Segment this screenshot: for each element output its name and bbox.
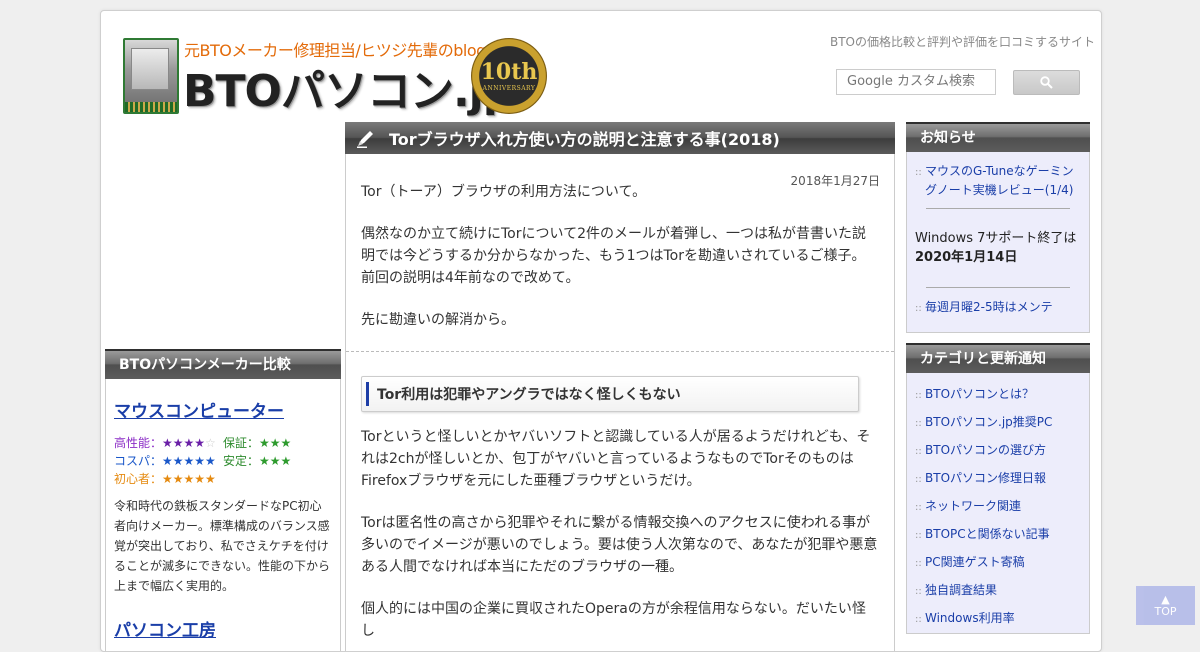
star-icon: ★★★ xyxy=(259,436,292,450)
category-item[interactable]: :: PC関連ゲスト寄稿 xyxy=(907,549,1089,577)
category-item[interactable]: :: ネットワーク関連 xyxy=(907,493,1089,521)
article: Torブラウザ入れ方使い方の説明と注意する事(2018) 2018年1月27日 … xyxy=(345,122,895,651)
category-item[interactable]: :: BTOPCと関係ない記事 xyxy=(907,521,1089,549)
rating-row: 高性能：★★★★☆ 保証：★★★ xyxy=(114,434,332,452)
news-box: :: マウスのG-Tuneなゲーミングノート実機レビュー(1/4) Window… xyxy=(906,152,1090,333)
search-button[interactable] xyxy=(1013,70,1080,95)
rating-stability: 安定：★★★ xyxy=(223,454,292,468)
rating-cost: コスパ：★★★★★ xyxy=(114,454,216,468)
heading-accent xyxy=(366,382,369,406)
rating-row: コスパ：★★★★★ 安定：★★★ xyxy=(114,452,332,470)
paragraph: 偶然なのか立て続けにTorについて2件のメールが着弾し、一つは私が昔書いた説明で… xyxy=(361,226,866,286)
maker-link-pc-koubou[interactable]: パソコン工房 xyxy=(114,616,332,641)
maker-description: 令和時代の鉄板スタンダードなPC初心者向けメーカー。標準構成のバランス感覚が突出… xyxy=(114,499,331,593)
category-item[interactable]: :: Windows利用率 xyxy=(907,605,1089,633)
anniversary-badge-icon: 10th ANNIVERSARY xyxy=(471,38,547,114)
maker-comparison-heading: BTOパソコンメーカー比較 xyxy=(105,349,341,379)
news-heading: お知らせ xyxy=(906,122,1090,152)
search-input[interactable]: Google カスタム検索 xyxy=(836,69,996,95)
left-sidebar: BTOパソコンメーカー比較 マウスコンピューター 高性能：★★★★☆ 保証：★★… xyxy=(105,349,341,651)
badge-number: 10th xyxy=(480,58,538,85)
search-icon xyxy=(1040,76,1053,89)
category-label[interactable]: Windows利用率 xyxy=(925,605,1015,633)
bullet-icon: :: xyxy=(915,390,922,401)
bullet-icon: :: xyxy=(915,418,922,429)
rating-row: 初心者：★★★★★ xyxy=(114,470,332,488)
news-link[interactable]: :: 毎週月曜2-5時はメンテ xyxy=(907,298,1089,332)
paragraph: 先に勘違いの解消から。 xyxy=(361,312,515,328)
divider xyxy=(926,208,1070,209)
rating-beginner: 初心者：★★★★★ xyxy=(114,472,216,486)
category-label[interactable]: BTOパソコンの選び方 xyxy=(925,437,1046,465)
bullet-icon: :: xyxy=(915,558,922,569)
maker-comparison-box: マウスコンピューター 高性能：★★★★☆ 保証：★★★ コスパ：★★★★★ 安定… xyxy=(105,379,341,651)
rating-performance: 高性能：★★★★☆ xyxy=(114,436,216,450)
bullet-icon: :: xyxy=(915,586,922,597)
bullet-icon: :: xyxy=(915,446,922,457)
paragraph: Torは匿名性の高さから犯罪やそれに繋がる情報交換へのアクセスに使われる事が多い… xyxy=(361,515,878,575)
category-item[interactable]: :: 独自調査結果 xyxy=(907,577,1089,605)
paragraph: Torというと怪しいとかヤバいソフトと認識している人が居るようだけれども、それは… xyxy=(361,429,871,489)
site-description: BTOの価格比較と評判や評価を口コミするサイト xyxy=(829,35,1095,49)
cpu-logo-icon[interactable] xyxy=(123,38,179,114)
category-item[interactable]: :: BTOパソコン修理日報 xyxy=(907,465,1089,493)
bullet-icon: :: xyxy=(915,502,922,513)
star-icon: ★★★★★ xyxy=(162,472,216,486)
category-label[interactable]: BTOパソコンとは？ xyxy=(925,381,1034,409)
pen-icon xyxy=(357,131,373,148)
bullet-icon: :: xyxy=(915,474,922,485)
news-link[interactable]: :: マウスのG-Tuneなゲーミングノート実機レビュー(1/4) xyxy=(907,162,1089,200)
star-icon: ★★★★ xyxy=(162,436,206,450)
star-icon: ★★★★★ xyxy=(162,454,216,468)
category-item[interactable]: :: BTOパソコンの選び方 xyxy=(907,437,1089,465)
rating-warranty: 保証：★★★ xyxy=(223,436,292,450)
star-empty-icon: ☆ xyxy=(205,436,216,450)
article-title: Torブラウザ入れ方使い方の説明と注意する事(2018) xyxy=(389,130,780,149)
right-sidebar: お知らせ :: マウスのG-Tuneなゲーミングノート実機レビュー(1/4) W… xyxy=(906,122,1090,634)
star-icon: ★★★ xyxy=(259,454,292,468)
site-logo[interactable]: BTOパソコン.jp xyxy=(183,55,514,119)
rating-grid: 高性能：★★★★☆ 保証：★★★ コスパ：★★★★★ 安定：★★★ 初心者：★★… xyxy=(114,434,332,488)
maker-link-mouse[interactable]: マウスコンピューター xyxy=(114,397,332,422)
divider xyxy=(346,351,894,352)
bullet-icon: :: xyxy=(915,167,922,178)
badge-text: ANNIVERSARY xyxy=(482,84,536,92)
top-label: TOP xyxy=(1154,604,1177,618)
bullet-icon: :: xyxy=(915,303,922,314)
category-label[interactable]: 独自調査結果 xyxy=(925,577,997,605)
category-item[interactable]: :: BTOパソコン.jp推奨PC xyxy=(907,409,1089,437)
category-label[interactable]: BTOパソコン.jp推奨PC xyxy=(925,409,1052,437)
arrow-up-icon: ▲ xyxy=(1161,592,1170,606)
page-container: 元BTOメーカー修理担当/ヒツジ先輩のblog BTOパソコン.jp 10th … xyxy=(100,10,1102,652)
category-label[interactable]: BTOパソコン修理日報 xyxy=(925,465,1046,493)
article-title-bar: Torブラウザ入れ方使い方の説明と注意する事(2018) xyxy=(345,122,895,154)
category-label[interactable]: PC関連ゲスト寄稿 xyxy=(925,549,1025,577)
category-label[interactable]: ネットワーク関連 xyxy=(925,493,1021,521)
back-to-top-button[interactable]: ▲ TOP xyxy=(1136,586,1195,625)
bullet-icon: :: xyxy=(915,614,922,625)
divider xyxy=(926,287,1070,288)
section-heading: Tor利用は犯罪やアングラではなく怪しくもない xyxy=(361,376,859,412)
news-text: Windows 7サポート終了は 2020年1月14日 xyxy=(915,231,1077,265)
bullet-icon: :: xyxy=(915,530,922,541)
paragraph: 個人的には中国の企業に買収されたOperaの方が余程信用ならない。だいたい怪し xyxy=(361,601,866,639)
category-item[interactable]: :: BTOパソコンとは？ xyxy=(907,381,1089,409)
category-list: :: BTOパソコンとは？:: BTOパソコン.jp推奨PC:: BTOパソコンの選び… xyxy=(906,373,1090,634)
section-heading-text: Tor利用は犯罪やアングラではなく怪しくもない xyxy=(377,387,681,403)
category-label[interactable]: BTOPCと関係ない記事 xyxy=(925,521,1050,549)
article-body: 2018年1月27日 Tor（トーア）ブラウザの利用方法について。 偶然なのか立… xyxy=(345,154,895,651)
category-heading: カテゴリと更新通知 xyxy=(906,343,1090,373)
